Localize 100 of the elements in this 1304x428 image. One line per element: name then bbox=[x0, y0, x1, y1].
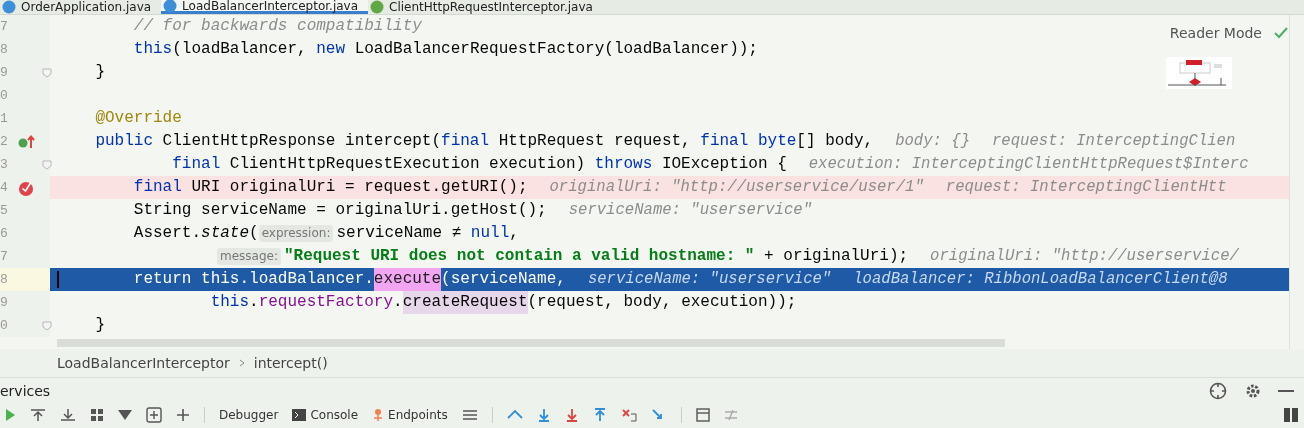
code-text: HttpRequest request, bbox=[497, 131, 692, 152]
editor-tab[interactable]: OrderApplication.java bbox=[0, 0, 162, 14]
settings-icon[interactable] bbox=[1244, 382, 1262, 400]
code-text: .loadBalancer. bbox=[239, 269, 374, 290]
parameter-hint: expression: bbox=[258, 225, 334, 242]
group-icon[interactable] bbox=[90, 408, 104, 422]
line-number: 3 bbox=[0, 157, 9, 172]
run-icon[interactable] bbox=[6, 408, 16, 422]
line-number: 0 bbox=[0, 318, 9, 333]
code-text: (serviceName, bbox=[441, 269, 566, 290]
debug-tab[interactable]: Endpoints bbox=[372, 408, 448, 422]
debug-tab[interactable]: Debugger bbox=[219, 408, 279, 422]
parameter-hint: message: bbox=[217, 248, 281, 265]
code-text: (loadBalancer, bbox=[172, 39, 308, 60]
breadcrumb-item[interactable]: intercept() bbox=[253, 355, 328, 371]
code-text: ClientHttpResponse intercept( bbox=[161, 131, 442, 152]
trace-icon[interactable] bbox=[723, 409, 738, 421]
layout-icon[interactable] bbox=[1284, 408, 1298, 422]
line-number: 6 bbox=[0, 226, 9, 241]
inline-value-hint: request: InterceptingClien bbox=[992, 131, 1236, 152]
horizontal-scrollbar[interactable] bbox=[57, 339, 1005, 347]
inline-value-hint: execution: InterceptingClientHttpRequest$Interc bbox=[808, 154, 1249, 175]
console-icon bbox=[292, 409, 307, 421]
reader-mode-link[interactable]: Reader Mode bbox=[1169, 25, 1262, 41]
string-literal: "Request URI does not contain a valid hostname: " bbox=[284, 246, 755, 267]
annotation: @Override bbox=[94, 108, 182, 129]
line-number: 1 bbox=[0, 111, 9, 126]
code-text: Assert. bbox=[132, 223, 202, 244]
expand-all-icon[interactable] bbox=[30, 408, 46, 422]
filter-icon[interactable] bbox=[118, 409, 132, 421]
code-text: ( bbox=[249, 223, 259, 244]
calculator-icon[interactable] bbox=[695, 408, 710, 422]
keyword: this bbox=[132, 39, 173, 60]
editor-tab[interactable]: ClientHttpRequestInterceptor.java bbox=[368, 0, 603, 14]
code-text: . bbox=[393, 292, 403, 313]
inline-value-hint: originalUri: "http://userservice/user/1" bbox=[549, 177, 924, 198]
add-service-icon[interactable] bbox=[146, 407, 162, 423]
line-number: 9 bbox=[0, 65, 9, 80]
chevron-icon bbox=[237, 358, 246, 368]
keyword: this bbox=[209, 292, 250, 313]
editor-tab[interactable]: LoadBalancerInterceptor.java bbox=[161, 0, 369, 14]
class-icon bbox=[2, 0, 16, 14]
code-text: LoadBalancerRequestFactory(loadBalancer)); bbox=[353, 39, 758, 60]
fold-marker-icon[interactable] bbox=[42, 160, 52, 170]
step-into-icon[interactable] bbox=[536, 408, 551, 422]
code-text: + originalUri); bbox=[763, 246, 909, 267]
override-marker-icon[interactable] bbox=[18, 134, 38, 149]
keyword: final bbox=[171, 154, 221, 175]
code-text: [] body, bbox=[796, 131, 874, 152]
code-text: . bbox=[249, 292, 259, 313]
line-number: 2 bbox=[0, 134, 9, 149]
code-text: } bbox=[94, 62, 105, 83]
breakpoint-icon[interactable] bbox=[18, 179, 34, 196]
drop-frame-icon[interactable] bbox=[620, 408, 637, 422]
line-number: 7 bbox=[0, 19, 9, 34]
method-usage: createRequest bbox=[402, 291, 528, 314]
code-text: URI originalUri = request.getURI(); bbox=[190, 177, 528, 198]
code-text: } bbox=[94, 315, 105, 336]
list-icon[interactable] bbox=[461, 409, 478, 421]
inline-value-hint: serviceName: "userservice" bbox=[587, 269, 832, 290]
fold-marker-icon[interactable] bbox=[42, 321, 52, 331]
step-out-icon[interactable] bbox=[592, 408, 607, 422]
field-name: requestFactory bbox=[258, 292, 394, 313]
inline-value-hint: loadBalancer: RibbonLoadBalancerClient@8 bbox=[853, 269, 1228, 290]
keyword: final bbox=[132, 177, 182, 198]
interface-icon bbox=[370, 0, 385, 14]
keyword: null bbox=[470, 223, 510, 244]
add-icon[interactable] bbox=[176, 408, 190, 422]
check-icon[interactable] bbox=[1274, 27, 1288, 39]
code-text: IOException { bbox=[660, 154, 787, 175]
debug-tab[interactable]: Console bbox=[292, 408, 359, 422]
keyword: new bbox=[316, 39, 346, 60]
inline-value-hint: serviceName: "userservice" bbox=[568, 200, 812, 221]
code-text: ClientHttpRequestExecution execution) bbox=[228, 154, 587, 175]
method-name: state bbox=[201, 223, 250, 244]
line-number: 0 bbox=[0, 88, 9, 103]
keyword: final bbox=[441, 131, 490, 152]
line-number: 4 bbox=[0, 180, 9, 195]
line-number: 8 bbox=[0, 42, 9, 57]
line-number: 8 bbox=[0, 272, 9, 287]
keyword: public bbox=[94, 131, 153, 152]
panel-title: ervices bbox=[0, 383, 51, 399]
code-comment: // for backwards compatibility bbox=[132, 16, 422, 37]
inline-value-hint: body: {} bbox=[895, 131, 970, 152]
code-text: (request, body, execution)); bbox=[527, 292, 797, 313]
force-step-into-icon[interactable] bbox=[564, 408, 579, 422]
minimize-icon[interactable] bbox=[1278, 389, 1294, 393]
code-text: , bbox=[509, 223, 519, 244]
highlighted-method: execute bbox=[373, 268, 442, 291]
inline-value-hint: request: InterceptingClientHtt bbox=[945, 177, 1227, 198]
code-text: serviceName ≠ bbox=[336, 223, 463, 244]
keyword: final byte bbox=[700, 131, 797, 152]
keyword: return this bbox=[132, 269, 240, 290]
collapse-all-icon[interactable] bbox=[60, 408, 76, 422]
target-icon[interactable] bbox=[1208, 381, 1228, 401]
fold-marker-icon[interactable] bbox=[42, 68, 52, 78]
endpoints-icon bbox=[372, 408, 385, 422]
line-number: 7 bbox=[0, 249, 9, 264]
line-number: 5 bbox=[0, 203, 9, 218]
breadcrumb-item[interactable]: LoadBalancerInterceptor bbox=[57, 355, 230, 371]
